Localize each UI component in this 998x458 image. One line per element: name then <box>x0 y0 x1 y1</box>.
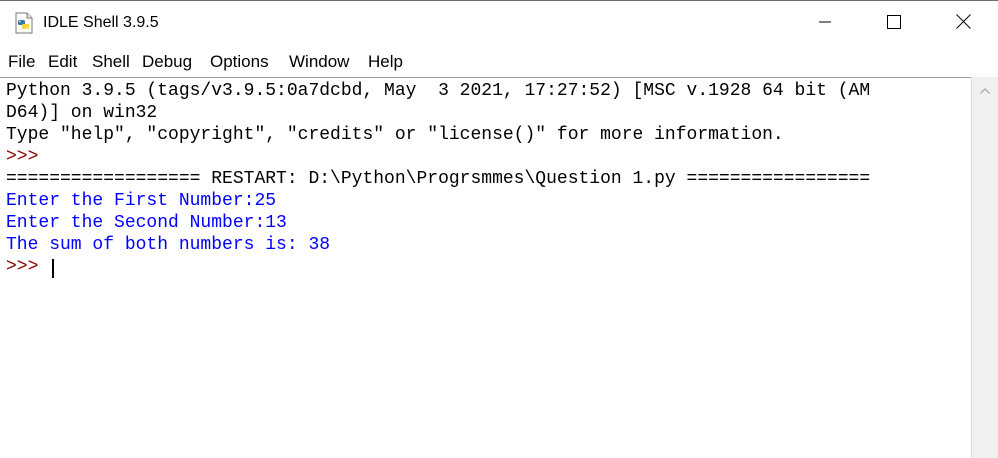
close-icon <box>955 14 971 34</box>
banner-line-2: D64)] on win32 <box>6 103 158 123</box>
menu-shell[interactable]: Shell <box>92 52 130 72</box>
restart-line: ================== RESTART: D:\Python\Pr… <box>6 169 871 189</box>
menu-bar: File Edit Shell Debug Options Window Hel… <box>0 49 998 75</box>
minimize-button[interactable] <box>790 1 859 47</box>
idle-shell-window: IDLE Shell 3.9.5 File Edit Shell Debug O… <box>0 0 998 458</box>
menu-edit[interactable]: Edit <box>48 52 77 72</box>
shell-prompt: >>> <box>6 147 39 167</box>
scroll-up-button[interactable] <box>972 77 998 103</box>
window-title: IDLE Shell 3.9.5 <box>43 14 159 31</box>
shell-text-area[interactable]: Python 3.9.5 (tags/v3.9.5:0a7dcbd, May 3… <box>0 77 971 458</box>
maximize-button[interactable] <box>859 1 928 47</box>
minimize-icon <box>818 15 831 33</box>
text-cursor <box>52 259 54 278</box>
vertical-scrollbar[interactable] <box>971 77 998 458</box>
menu-help[interactable]: Help <box>368 52 403 72</box>
banner-line-3: Type "help", "copyright", "credits" or "… <box>6 125 784 145</box>
python-idle-icon <box>14 12 34 34</box>
maximize-icon <box>886 14 901 34</box>
menu-debug[interactable]: Debug <box>142 52 192 72</box>
close-button[interactable] <box>928 1 998 47</box>
menu-window[interactable]: Window <box>289 52 349 72</box>
active-prompt: >>> <box>6 257 50 277</box>
output-line: Enter the First Number:25 <box>6 191 277 211</box>
menu-file[interactable]: File <box>8 52 35 72</box>
output-line: Enter the Second Number:13 <box>6 213 287 233</box>
menu-options[interactable]: Options <box>210 52 269 72</box>
title-bar[interactable]: IDLE Shell 3.9.5 <box>0 1 998 47</box>
chevron-up-icon <box>980 81 990 99</box>
output-line: The sum of both numbers is: 38 <box>6 235 331 255</box>
banner-line-1: Python 3.9.5 (tags/v3.9.5:0a7dcbd, May 3… <box>6 81 871 101</box>
